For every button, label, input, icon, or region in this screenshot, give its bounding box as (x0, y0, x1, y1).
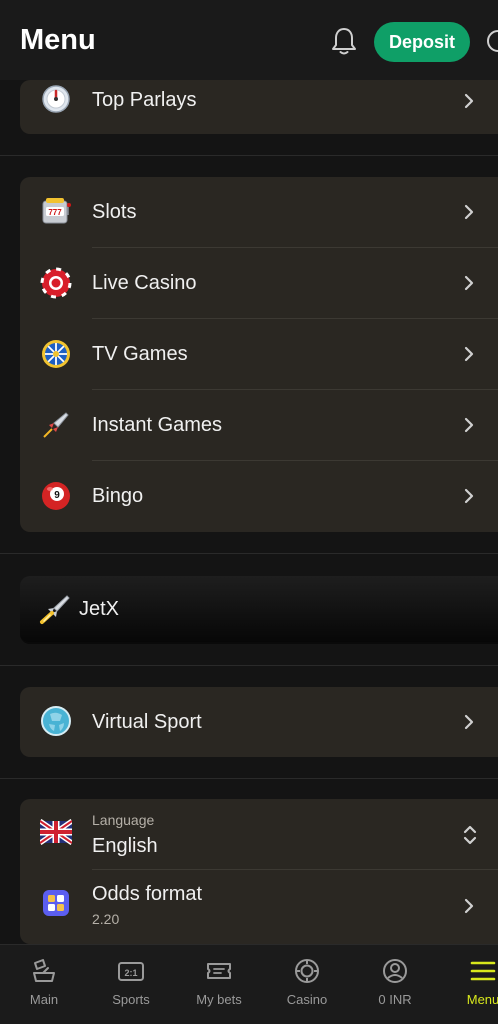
odds-grid-icon (43, 890, 69, 916)
menu-item-tv-games[interactable]: TV Games (20, 319, 498, 390)
nav-label: 0 INR (378, 992, 412, 1007)
menu-item-virtual-sport[interactable]: Virtual Sport (20, 687, 498, 757)
section-divider (0, 778, 498, 779)
bell-icon[interactable] (330, 26, 358, 56)
menu-item-label: Live Casino (92, 272, 197, 294)
rocket-icon (43, 412, 69, 438)
svg-text:2:1: 2:1 (124, 968, 137, 978)
odds-format-selector[interactable]: Odds format 2.20 (20, 870, 498, 944)
nav-label: My bets (196, 992, 242, 1007)
jetx-banner[interactable]: JetX (20, 576, 498, 644)
menu-item-label: TV Games (92, 343, 188, 365)
odds-format-value: 2.20 (92, 911, 120, 927)
nav-label: Casino (286, 992, 328, 1007)
slot-machine-icon: 777 (42, 198, 71, 224)
hamburger-icon (470, 961, 496, 981)
page-title: Menu (20, 24, 96, 56)
menu-item-label: Bingo (92, 485, 144, 507)
menu-item-label: Instant Games (92, 414, 223, 436)
language-selector[interactable]: Language English (20, 799, 498, 869)
menu-item-label: Slots (92, 201, 137, 223)
jetx-label: JetX (79, 598, 120, 620)
chevron-right-icon (464, 417, 474, 433)
ticket-icon (207, 963, 231, 979)
nav-menu[interactable]: Menu (439, 945, 498, 1024)
nav-main[interactable]: Main (0, 945, 88, 1024)
scoreboard-icon: 2:1 (118, 962, 144, 981)
svg-text:777: 777 (48, 208, 62, 217)
nav-my-bets[interactable]: My bets (175, 945, 263, 1024)
menu-item-label: Top Parlays (92, 89, 197, 111)
chevron-right-icon (464, 346, 474, 362)
language-caption: Language (92, 812, 155, 828)
globe-ball-icon (41, 706, 71, 736)
menu-item-top-parlays[interactable]: Top Parlays (20, 80, 498, 120)
nav-casino[interactable]: Casino (263, 945, 351, 1024)
nav-account[interactable]: 0 INR (351, 945, 439, 1024)
menu-item-label: Virtual Sport (92, 711, 202, 733)
chevron-right-icon (464, 275, 474, 291)
wheel-icon (42, 340, 70, 368)
casino-chip-icon (295, 959, 319, 983)
chevron-right-icon (464, 898, 474, 914)
odds-format-label: Odds format (92, 883, 203, 905)
section-divider (0, 553, 498, 554)
chevron-right-icon (464, 714, 474, 730)
stopwatch-icon (42, 85, 70, 113)
chevron-right-icon (464, 93, 474, 109)
nav-label: Main (29, 992, 59, 1007)
chevron-up-down-icon (463, 825, 477, 845)
settings-card: Language English Odds format 2.20 (20, 799, 498, 944)
bottom-nav: Main 2:1 Sports My bets Casino 0 INR Men… (0, 944, 498, 1024)
chevron-right-icon (464, 204, 474, 220)
bingo-ball-icon: 9 (42, 482, 70, 510)
chevron-right-icon (464, 488, 474, 504)
nav-sports[interactable]: 2:1 Sports (87, 945, 175, 1024)
jet-icon (40, 595, 70, 624)
top-bar: Menu Deposit (0, 0, 498, 80)
svg-text:9: 9 (54, 490, 60, 501)
section-divider (0, 155, 498, 156)
virtual-sport-card: Virtual Sport (20, 687, 498, 757)
main-icon (33, 959, 55, 982)
search-icon[interactable] (487, 30, 498, 52)
nav-label: Menu (466, 992, 498, 1007)
language-value: English (92, 835, 158, 857)
menu-item-slots[interactable]: 777 Slots (20, 177, 498, 248)
section-divider (0, 665, 498, 666)
uk-flag-icon (40, 819, 72, 845)
menu-item-live-casino[interactable]: Live Casino (20, 248, 498, 319)
casino-card: 777 Slots Live Casino TV Games Instant G… (20, 177, 498, 532)
deposit-button[interactable]: Deposit (374, 22, 470, 62)
user-icon (383, 959, 407, 983)
nav-label: Sports (112, 992, 150, 1007)
menu-item-instant-games[interactable]: Instant Games (20, 390, 498, 461)
casino-chip-icon (40, 267, 72, 299)
menu-item-bingo[interactable]: 9 Bingo (20, 461, 498, 532)
top-parlays-card: Top Parlays (20, 80, 498, 134)
